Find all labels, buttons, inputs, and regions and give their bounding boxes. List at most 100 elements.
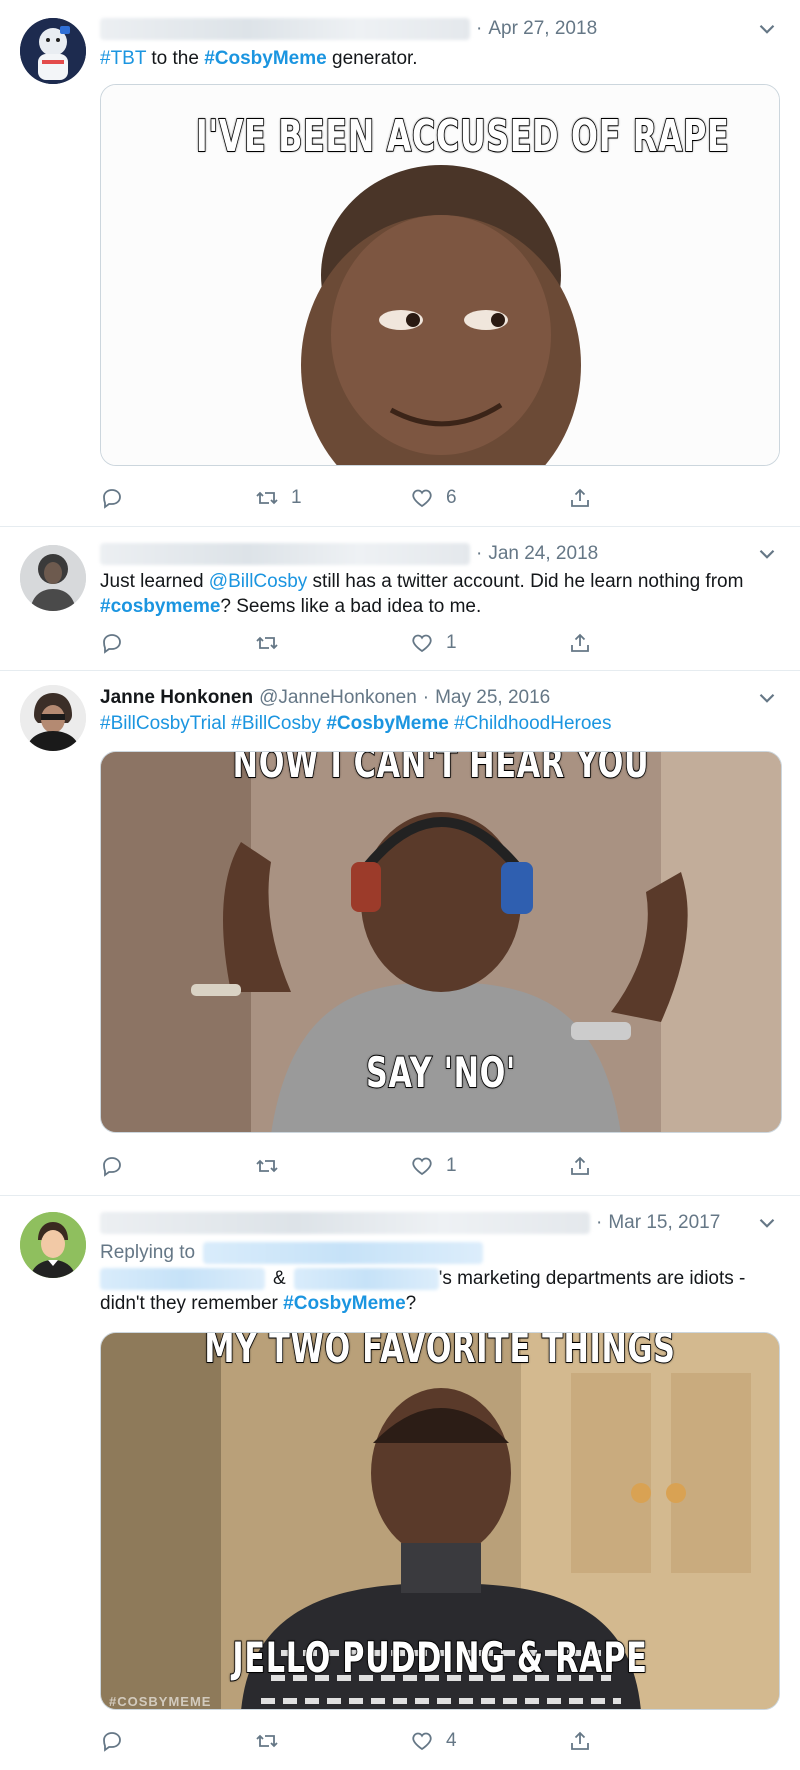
separator: · (596, 1212, 603, 1233)
avatar[interactable] (20, 685, 86, 751)
share-icon (571, 488, 589, 507)
reply-icon (103, 1732, 121, 1752)
retweet-button[interactable]: 1 (255, 483, 302, 513)
hashtag[interactable]: #ChildhoodHeroes (454, 713, 611, 734)
redacted-name (100, 543, 470, 565)
share-icon (571, 633, 589, 652)
hashtag[interactable]: #BillCosby (231, 713, 321, 734)
avatar[interactable] (20, 1212, 86, 1278)
hashtag[interactable]: #cosbymeme (100, 596, 220, 617)
tweet[interactable]: · Apr 27, 2018 #TBT to the #CosbyMeme ge… (0, 0, 800, 527)
share-icon (571, 1156, 589, 1175)
tweet[interactable]: Janne Honkonen @JanneHonkonen · May 25, … (0, 671, 800, 1196)
meme-caption-bottom: SAY 'NO' (365, 1047, 517, 1098)
tweet-header: · Mar 15, 2017 (100, 1210, 780, 1236)
tweet-header: · Apr 27, 2018 (100, 16, 780, 42)
share-button[interactable] (568, 483, 592, 513)
reply-icon (103, 634, 121, 654)
chevron-down-icon[interactable] (754, 16, 780, 42)
retweet-icon (256, 1734, 278, 1748)
share-button[interactable] (568, 628, 592, 658)
like-icon (412, 1157, 432, 1176)
like-button[interactable]: 1 (410, 628, 457, 658)
redacted-mention[interactable] (293, 1267, 439, 1290)
user-handle[interactable]: @JanneHonkonen (259, 685, 417, 711)
tweet-header: Janne Honkonen @JanneHonkonen · May 25, … (100, 685, 780, 711)
hashtag[interactable]: #TBT (100, 48, 146, 69)
avatar-image (20, 545, 86, 611)
meme-watermark: #COSBYMEME (109, 1694, 212, 1709)
avatar-image (20, 18, 86, 84)
tweet-text: Just learned @BillCosby still has a twit… (100, 571, 744, 617)
redacted-reply-handle[interactable] (203, 1241, 484, 1264)
mention[interactable]: @BillCosby (209, 571, 307, 592)
tweet-media-image[interactable]: NOW I CAN'T HEAR YOU SAY 'NO' (100, 751, 782, 1133)
tweet-date[interactable]: Apr 27, 2018 (488, 16, 597, 42)
avatar-image (20, 1212, 86, 1278)
meme-caption-top: NOW I CAN'T HEAR YOU (232, 751, 650, 788)
avatar[interactable] (20, 545, 86, 611)
hashtag[interactable]: #BillCosbyTrial (100, 713, 226, 734)
tweet[interactable]: · Jan 24, 2018 Just learned @BillCosby s… (0, 527, 800, 671)
reply-button[interactable] (100, 1726, 124, 1756)
like-count: 1 (446, 1155, 457, 1176)
hashtag[interactable]: #CosbyMeme (204, 48, 327, 69)
avatar-image (20, 685, 86, 751)
chevron-down-icon[interactable] (754, 1210, 780, 1236)
retweet-button[interactable] (255, 1151, 279, 1181)
tweet-media-image[interactable]: I'VE BEEN ACCUSED OF RAPE (100, 84, 780, 466)
like-icon (412, 634, 432, 653)
tweet-actions: 1 (100, 628, 700, 658)
reply-button[interactable] (100, 1151, 124, 1181)
reply-button[interactable] (100, 628, 124, 658)
like-count: 6 (446, 487, 457, 508)
retweet-button[interactable] (255, 1726, 279, 1756)
share-icon (571, 1731, 589, 1750)
chevron-down-icon[interactable] (754, 541, 780, 567)
tweet-text: #TBT to the #CosbyMeme generator. (100, 48, 418, 69)
reply-button[interactable] (100, 483, 124, 513)
like-icon (412, 489, 432, 508)
share-button[interactable] (568, 1151, 592, 1181)
separator: · (476, 18, 483, 39)
hashtag[interactable]: #CosbyMeme (326, 713, 449, 734)
tweet-date[interactable]: Mar 15, 2017 (608, 1210, 720, 1236)
tweet-text: & 's marketing departments are idiots - … (100, 1267, 746, 1314)
timeline: · Apr 27, 2018 #TBT to the #CosbyMeme ge… (0, 0, 800, 1770)
display-name[interactable]: Janne Honkonen (100, 685, 253, 711)
tweet-header: · Jan 24, 2018 (100, 541, 780, 567)
reply-icon (103, 489, 121, 509)
redacted-name (100, 18, 470, 40)
separator: · (476, 543, 483, 564)
meme-caption-top: MY TWO FAVORITE THINGS (204, 1332, 676, 1373)
redacted-mention[interactable] (100, 1267, 265, 1290)
like-count: 4 (446, 1730, 457, 1751)
tweet-actions: 4 (100, 1726, 700, 1756)
tweet-actions: 1 (100, 1151, 700, 1181)
tweet-media-image[interactable]: MY TWO FAVORITE THINGS JELLO PUDDING & R… (100, 1332, 780, 1710)
meme-caption-bottom: JELLO PUDDING & RAPE (232, 1632, 648, 1683)
separator: · (422, 687, 430, 708)
hashtag[interactable]: #CosbyMeme (283, 1293, 406, 1314)
tweet-date[interactable]: Jan 24, 2018 (488, 541, 598, 567)
like-button[interactable]: 6 (410, 483, 457, 513)
tweet[interactable]: · Mar 15, 2017 Replying to & 's marketin… (0, 1196, 800, 1770)
like-count: 1 (446, 632, 457, 653)
reply-icon (103, 1157, 121, 1177)
meme-caption-top: I'VE BEEN ACCUSED OF RAPE (195, 110, 730, 163)
like-button[interactable]: 1 (410, 1151, 457, 1181)
tweet-date[interactable]: May 25, 2016 (435, 685, 550, 711)
retweet-icon (256, 491, 278, 505)
tweet-actions: 1 6 (100, 483, 700, 513)
share-button[interactable] (568, 1726, 592, 1756)
redacted-name (100, 1212, 590, 1234)
chevron-down-icon[interactable] (754, 685, 780, 711)
retweet-count: 1 (291, 487, 302, 508)
replying-to: Replying to (100, 1240, 780, 1265)
retweet-icon (256, 1159, 278, 1173)
like-button[interactable]: 4 (410, 1726, 457, 1756)
retweet-icon (256, 636, 278, 650)
retweet-button[interactable] (255, 628, 279, 658)
avatar[interactable] (20, 18, 86, 84)
tweet-text: #BillCosbyTrial #BillCosby #CosbyMeme #C… (100, 711, 780, 736)
